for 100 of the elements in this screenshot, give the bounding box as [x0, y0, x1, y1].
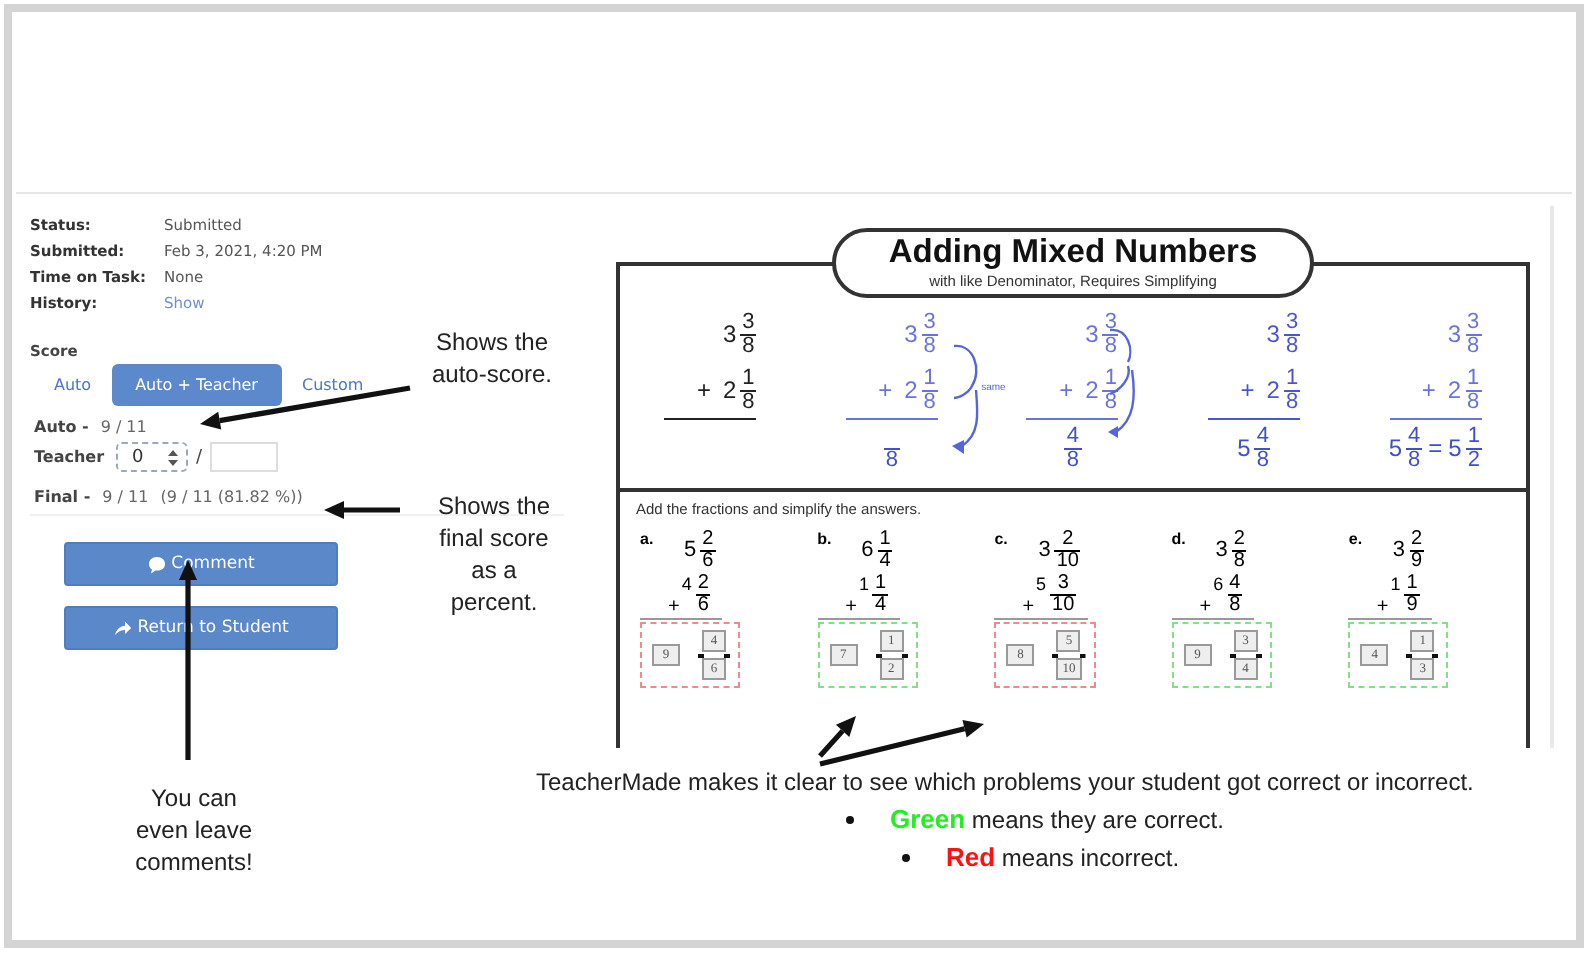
numerator: 1 [1465, 425, 1482, 447]
speech-bubble-icon [147, 555, 166, 573]
number-field[interactable]: 0 [116, 442, 189, 472]
numerator: 1 [740, 367, 757, 389]
whole-number: 1 [858, 573, 869, 593]
score-label: Teacher [34, 448, 105, 466]
numerator: 3 [1055, 573, 1071, 593]
denominator: 8 [1231, 549, 1247, 571]
whole-number: 4 [681, 573, 692, 593]
numerator: 1 [1283, 367, 1301, 389]
score-label: Auto - [34, 418, 89, 436]
numerator: 4 [1254, 425, 1271, 447]
numerator: 1 [921, 367, 938, 389]
problem-label: c. [994, 528, 1010, 548]
numerator: 4 [1064, 425, 1082, 447]
whole-number: 3 [722, 320, 737, 348]
numerator: 2 [695, 573, 711, 593]
whole-number: 2 [1266, 376, 1280, 404]
denominator: 8 [740, 389, 757, 413]
curved-arrow [951, 344, 978, 454]
denominator: 2 [1465, 447, 1482, 471]
callout-text: You can even leave comments! [133, 782, 255, 878]
plus-sign: + [668, 596, 680, 618]
arrow [324, 501, 400, 519]
whole-number: 2 [1447, 376, 1462, 404]
denominator: 8 [1254, 447, 1271, 471]
numerator: 1 [1404, 573, 1420, 593]
numerator: 2 [1231, 529, 1247, 549]
denominator: 8 [921, 389, 938, 413]
problem-label: e. [1348, 528, 1365, 548]
whole-number: 6 [1213, 573, 1224, 593]
numerator: 4 [1406, 425, 1423, 447]
denominator: 10 [1054, 549, 1081, 571]
numerator: 3 [740, 311, 757, 333]
numerator: 2 [700, 529, 716, 549]
legend-text: Red means incorrect. [946, 842, 1180, 874]
numerator: 3 [1102, 311, 1119, 333]
whole-number: 2 [904, 376, 918, 404]
whole-number: 5 [684, 538, 697, 562]
denominator: 8 [1102, 389, 1119, 413]
problem-label: a. [640, 528, 656, 548]
numerator: 1 [872, 573, 889, 593]
denominator: 8 [1102, 333, 1119, 357]
plus-sign: + [878, 376, 893, 404]
whole-number: 3 [1215, 538, 1228, 562]
plus-sign: + [696, 376, 711, 404]
input-field[interactable] [210, 442, 279, 472]
callout-text: Shows the final score as a percent. [435, 490, 553, 618]
plus-sign: + [1376, 596, 1389, 618]
whole-number: 5 [1388, 434, 1403, 462]
denominator: 4 [877, 549, 893, 571]
whole-number: 5 [1036, 573, 1047, 593]
denominator: 8 [1465, 389, 1482, 413]
curved-arrow [1108, 328, 1136, 438]
whole-number: 1 [1390, 573, 1401, 593]
comment-button[interactable]: Comment [64, 542, 338, 586]
caption-text: TeacherMade makes it clear to see which problems your student got correct or incorrect. [536, 766, 1476, 798]
slash-separator: / [196, 447, 203, 467]
whole-number: 3 [904, 320, 918, 348]
spinner-icon[interactable] [166, 447, 181, 467]
denominator: 4 [872, 593, 889, 615]
callout-text: Shows the auto-score. [429, 326, 555, 390]
numerator: 3 [1283, 311, 1301, 333]
score-tab[interactable]: Custom [285, 364, 380, 406]
whole-number: 3 [1266, 320, 1280, 348]
score-tab[interactable]: Auto + Teacher [111, 364, 282, 406]
whole-number: 2 [722, 376, 737, 404]
plus-sign: + [1421, 376, 1436, 404]
score-detail: (9 / 11 (81.82 %)) [160, 488, 303, 506]
denominator: 8 [1283, 333, 1301, 357]
denominator: 9 [1409, 549, 1425, 571]
numerator: 1 [1465, 367, 1482, 389]
numerator: 3 [1465, 311, 1482, 333]
denominator: 8 [1064, 447, 1082, 471]
share-arrow-icon [113, 620, 132, 636]
plus-sign: + [1022, 596, 1035, 618]
numerator: 2 [1409, 529, 1425, 549]
bullet [846, 816, 854, 824]
whole-number: 3 [1038, 538, 1051, 562]
legend-text: Green means they are correct. [890, 804, 1224, 836]
denominator: 9 [1404, 593, 1420, 615]
denominator: 8 [1227, 593, 1243, 615]
whole-number: 3 [1085, 320, 1099, 348]
score-tab[interactable]: Auto [38, 364, 108, 406]
plus-sign: + [1199, 596, 1212, 618]
whole-number: 6 [861, 538, 874, 562]
equals-sign: = [1428, 434, 1443, 462]
worksheet-title: Adding Mixed Numbers [888, 234, 1258, 272]
plus-sign: + [1240, 376, 1255, 404]
bullet [902, 854, 910, 862]
denominator: 8 [883, 447, 900, 471]
denominator: 6 [695, 593, 711, 615]
problem-label: b. [817, 528, 834, 548]
denominator: 8 [1406, 447, 1423, 471]
denominator: 6 [700, 549, 716, 571]
denominator: 10 [1050, 593, 1077, 615]
denominator: 8 [740, 333, 757, 357]
plus-sign: + [845, 596, 857, 618]
numerator: 3 [921, 311, 938, 333]
denominator: 8 [1283, 389, 1301, 413]
